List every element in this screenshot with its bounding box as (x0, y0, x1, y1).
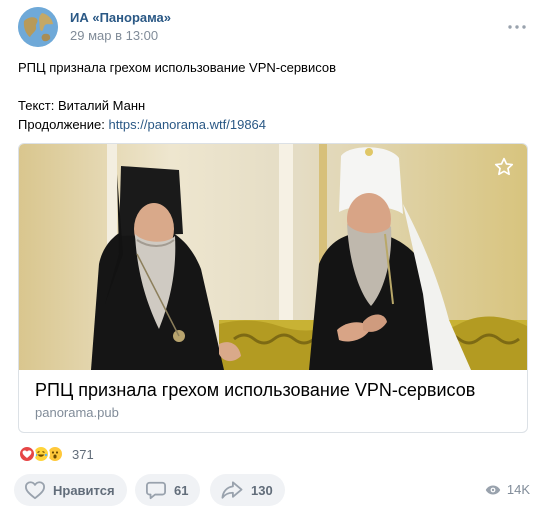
reaction-count[interactable]: 371 (72, 447, 94, 462)
post-author-line: Текст: Виталий Манн (18, 98, 146, 113)
post-header: ИА «Панорама» 29 мар в 13:00 (18, 7, 528, 51)
reaction-icons (18, 445, 70, 463)
shares-count: 130 (251, 482, 273, 498)
post-date[interactable]: 29 мар в 13:00 (70, 28, 158, 43)
star-icon (494, 157, 514, 176)
author-name[interactable]: ИА «Панорама» (70, 10, 171, 25)
post-text: РПЦ признала грехом использование VPN-се… (18, 58, 523, 134)
views-counter: 14K (485, 482, 530, 497)
heart-reaction-icon (18, 445, 36, 463)
link-attachment[interactable]: РПЦ признала грехом использование VPN-се… (18, 143, 528, 433)
bookmark-button[interactable] (491, 154, 517, 180)
attachment-image[interactable] (19, 144, 527, 370)
eye-icon (485, 485, 501, 494)
attachment-title[interactable]: РПЦ признала грехом использование VPN-се… (35, 380, 475, 401)
heart-icon (24, 481, 45, 500)
globe-icon (18, 7, 58, 47)
comments-count: 61 (174, 482, 189, 498)
continuation-link[interactable]: https://panorama.wtf/19864 (108, 117, 266, 132)
comments-button[interactable]: 61 (135, 474, 201, 506)
more-horizontal-icon (508, 25, 526, 29)
reactions-summary[interactable]: 371 (18, 445, 94, 463)
clergy-photo (19, 144, 527, 370)
post-headline: РПЦ признала грехом использование VPN-се… (18, 60, 337, 75)
share-button[interactable]: 130 (210, 474, 285, 506)
continuation-line: Продолжение: https://panorama.wtf/19864 (18, 115, 523, 134)
post-actions: Нравится 61 130 14K (14, 474, 530, 506)
continuation-label: Продолжение: (18, 117, 109, 132)
like-label: Нравится (53, 482, 115, 498)
share-arrow-icon (221, 481, 243, 499)
more-options-button[interactable] (506, 19, 528, 35)
like-button[interactable]: Нравится (14, 474, 127, 506)
author-avatar[interactable] (18, 7, 58, 47)
text-spacer (18, 77, 523, 96)
views-count: 14K (506, 482, 530, 497)
comment-icon (146, 481, 166, 500)
attachment-domain: panorama.pub (35, 405, 119, 420)
